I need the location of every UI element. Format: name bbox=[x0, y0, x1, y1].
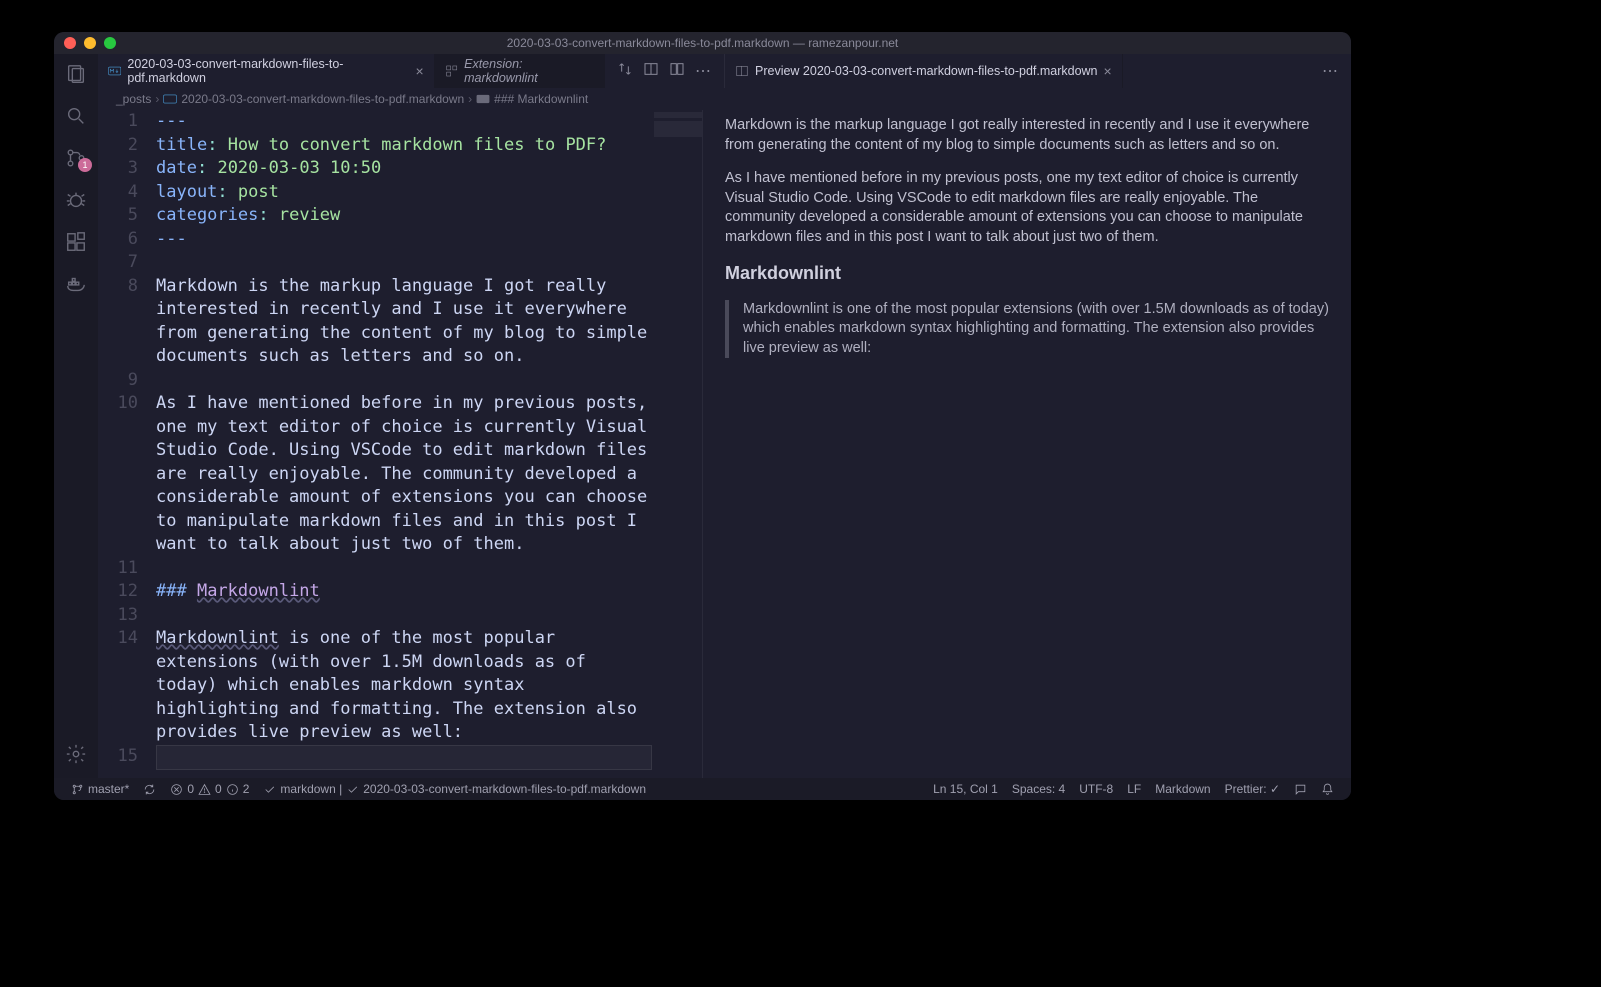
check-icon bbox=[263, 783, 276, 796]
tab-extension[interactable]: Extension: markdownlint bbox=[435, 54, 605, 88]
tab-actions-left: ⋯ bbox=[605, 54, 724, 88]
info-count: 2 bbox=[243, 782, 250, 796]
chevron-right-icon: › bbox=[155, 92, 159, 106]
tabs-group-left: 2020-03-03-convert-markdown-files-to-pdf… bbox=[98, 54, 725, 88]
encoding-item[interactable]: UTF-8 bbox=[1072, 782, 1120, 796]
compare-changes-icon[interactable] bbox=[617, 61, 633, 82]
formatter-item[interactable]: markdown | 2020-03-03-convert-markdown-f… bbox=[256, 782, 653, 796]
settings-gear-icon[interactable] bbox=[64, 742, 88, 766]
tab-label: 2020-03-03-convert-markdown-files-to-pdf… bbox=[127, 57, 409, 85]
preview-icon bbox=[735, 64, 749, 78]
activity-bar: 1 bbox=[54, 54, 98, 778]
error-count: 0 bbox=[187, 782, 194, 796]
preview-blockquote-text: Markdownlint is one of the most popular … bbox=[743, 300, 1329, 359]
editor-split: 12345678 910 11121314 15 ---title: How t… bbox=[98, 110, 1351, 778]
window-controls bbox=[64, 37, 116, 49]
vscode-window: 2020-03-03-convert-markdown-files-to-pdf… bbox=[54, 32, 1351, 800]
heading-icon bbox=[476, 94, 490, 104]
open-preview-icon[interactable] bbox=[669, 61, 685, 82]
notifications-icon[interactable] bbox=[1314, 782, 1341, 796]
breadcrumb-item[interactable]: ### Markdownlint bbox=[494, 92, 588, 106]
search-icon[interactable] bbox=[64, 104, 88, 128]
language-mode-item[interactable]: Markdown bbox=[1148, 782, 1217, 796]
minimap[interactable] bbox=[654, 112, 702, 162]
feedback-icon[interactable] bbox=[1287, 782, 1314, 796]
info-icon bbox=[226, 783, 239, 796]
source-control-icon[interactable]: 1 bbox=[64, 146, 88, 170]
close-tab-icon[interactable]: × bbox=[416, 63, 424, 79]
window-title: 2020-03-03-convert-markdown-files-to-pdf… bbox=[54, 36, 1351, 50]
prettier-item[interactable]: Prettier: ✓ bbox=[1218, 782, 1287, 796]
code-content[interactable]: ---title: How to convert markdown files … bbox=[156, 110, 702, 778]
formatter-label: markdown | bbox=[280, 782, 342, 796]
sync-item[interactable] bbox=[136, 783, 163, 796]
eol-item[interactable]: LF bbox=[1120, 782, 1148, 796]
workbench: 1 2020-03-03-convert-markdown-files-to bbox=[54, 54, 1351, 778]
sync-icon bbox=[143, 783, 156, 796]
tab-markdown-file[interactable]: 2020-03-03-convert-markdown-files-to-pdf… bbox=[98, 54, 435, 88]
split-editor-icon[interactable] bbox=[643, 61, 659, 82]
chevron-right-icon: › bbox=[468, 92, 472, 106]
explorer-icon[interactable] bbox=[64, 62, 88, 86]
status-right: Ln 15, Col 1 Spaces: 4 UTF-8 LF Markdown… bbox=[926, 782, 1341, 796]
tab-actions-right: ⋯ bbox=[1310, 54, 1351, 88]
titlebar: 2020-03-03-convert-markdown-files-to-pdf… bbox=[54, 32, 1351, 54]
scm-badge: 1 bbox=[78, 158, 92, 172]
breadcrumb-item[interactable]: 2020-03-03-convert-markdown-files-to-pdf… bbox=[181, 92, 464, 106]
error-icon bbox=[170, 783, 183, 796]
docker-icon[interactable] bbox=[64, 272, 88, 296]
tab-label: Extension: markdownlint bbox=[464, 57, 594, 85]
extensions-icon[interactable] bbox=[64, 230, 88, 254]
maximize-window-button[interactable] bbox=[104, 37, 116, 49]
minimize-window-button[interactable] bbox=[84, 37, 96, 49]
warning-count: 0 bbox=[215, 782, 222, 796]
tab-label: Preview 2020-03-03-convert-markdown-file… bbox=[755, 64, 1098, 78]
preview-paragraph: As I have mentioned before in my previou… bbox=[725, 169, 1329, 247]
editor-area: 2020-03-03-convert-markdown-files-to-pdf… bbox=[98, 54, 1351, 778]
check-icon bbox=[346, 783, 359, 796]
text-editor[interactable]: 12345678 910 11121314 15 ---title: How t… bbox=[98, 110, 703, 778]
more-actions-icon[interactable]: ⋯ bbox=[695, 61, 712, 81]
cursor-position-item[interactable]: Ln 15, Col 1 bbox=[926, 782, 1005, 796]
git-branch-item[interactable]: master* bbox=[64, 782, 136, 796]
indentation-item[interactable]: Spaces: 4 bbox=[1005, 782, 1072, 796]
formatter-file: 2020-03-03-convert-markdown-files-to-pdf… bbox=[363, 782, 646, 796]
git-branch-icon bbox=[71, 783, 84, 796]
breadcrumb-item[interactable]: _posts bbox=[116, 92, 151, 106]
more-actions-icon[interactable]: ⋯ bbox=[1322, 61, 1339, 81]
warning-icon bbox=[198, 783, 211, 796]
line-number-gutter: 12345678 910 11121314 15 bbox=[98, 110, 156, 778]
markdown-icon bbox=[108, 64, 121, 78]
tab-preview[interactable]: Preview 2020-03-03-convert-markdown-file… bbox=[725, 54, 1123, 88]
tabs-group-right: Preview 2020-03-03-convert-markdown-file… bbox=[725, 54, 1351, 88]
preview-paragraph: Markdown is the markup language I got re… bbox=[725, 116, 1329, 155]
markdown-preview: Markdown is the markup language I got re… bbox=[703, 110, 1351, 778]
preview-blockquote: Markdownlint is one of the most popular … bbox=[725, 300, 1329, 359]
tabs-row: 2020-03-03-convert-markdown-files-to-pdf… bbox=[98, 54, 1351, 88]
extension-icon bbox=[445, 64, 458, 78]
markdown-icon bbox=[163, 94, 177, 104]
problems-item[interactable]: 0 0 2 bbox=[163, 782, 256, 796]
breadcrumbs[interactable]: _posts › 2020-03-03-convert-markdown-fil… bbox=[98, 88, 1351, 110]
status-bar: master* 0 0 2 markdown | 2020-03-03-conv… bbox=[54, 778, 1351, 800]
close-tab-icon[interactable]: × bbox=[1104, 63, 1112, 79]
preview-heading: Markdownlint bbox=[725, 261, 1329, 285]
debug-icon[interactable] bbox=[64, 188, 88, 212]
branch-name: master* bbox=[88, 782, 129, 796]
close-window-button[interactable] bbox=[64, 37, 76, 49]
